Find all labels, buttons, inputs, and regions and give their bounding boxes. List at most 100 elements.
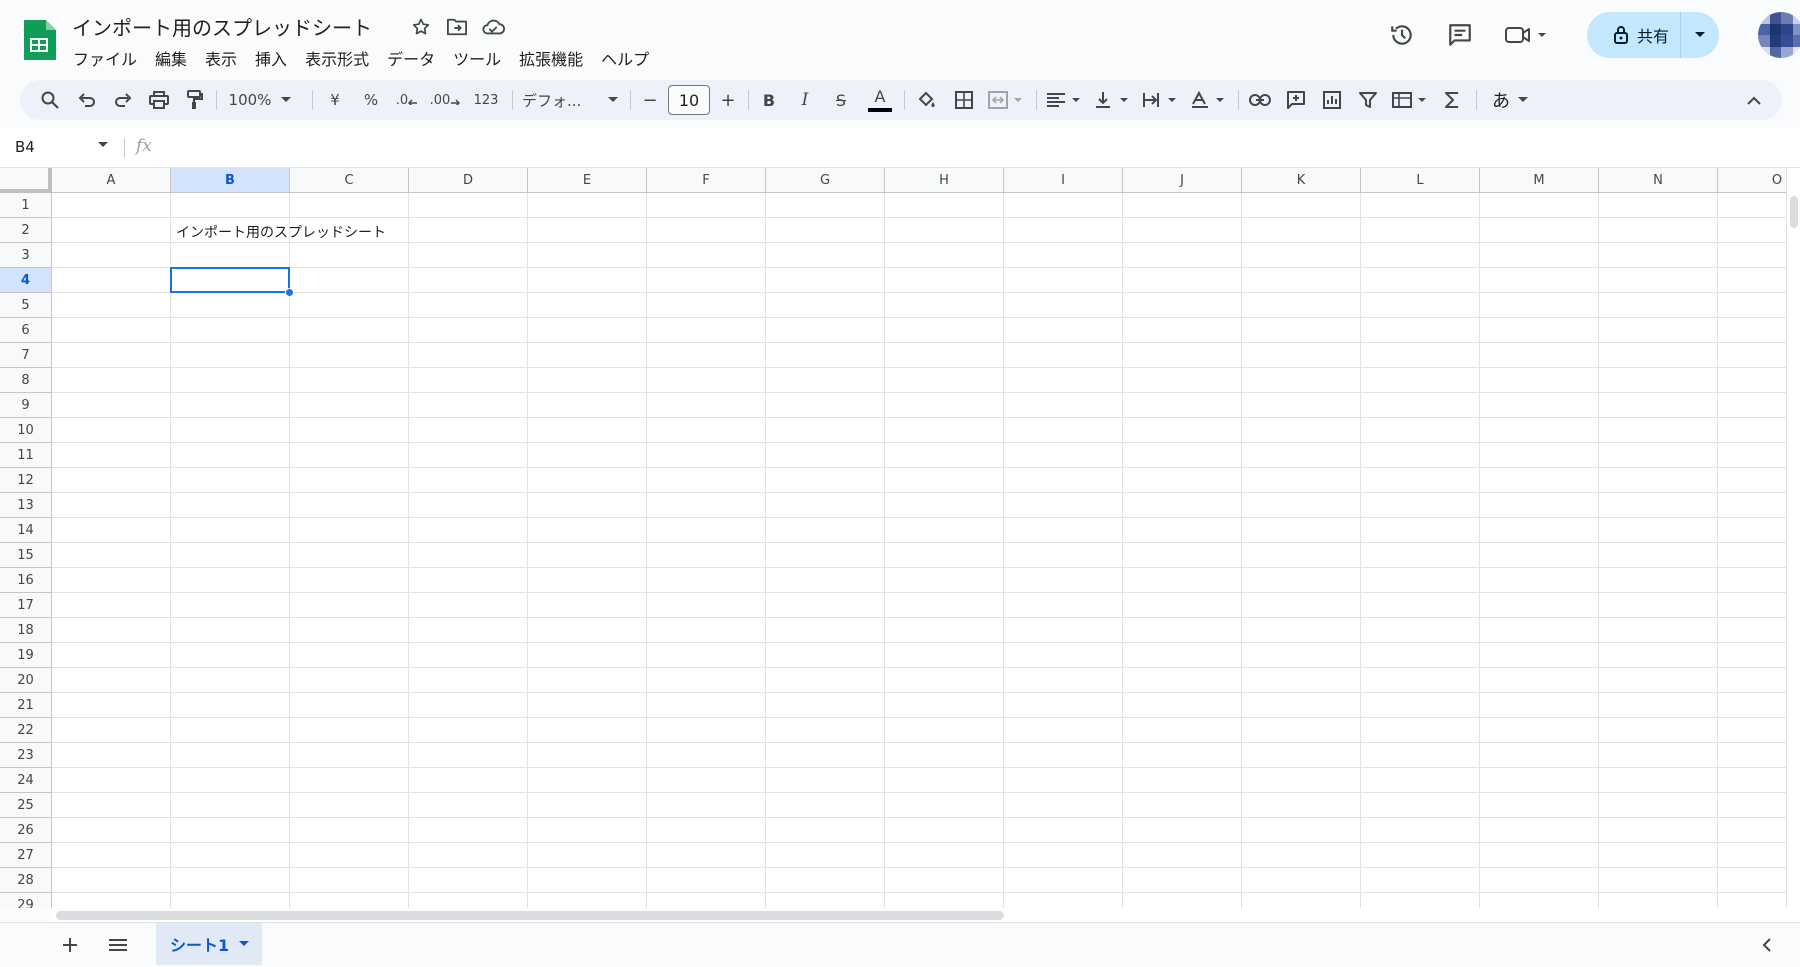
row-header-27[interactable]: 27 xyxy=(0,843,52,868)
font-size-decrease-button[interactable]: − xyxy=(638,86,662,114)
row-header-20[interactable]: 20 xyxy=(0,668,52,693)
menu-extensions[interactable]: 拡張機能 xyxy=(510,44,592,72)
text-wrapping-icon[interactable] xyxy=(1140,86,1180,114)
collapse-menus-icon[interactable] xyxy=(1740,86,1768,114)
name-box[interactable]: B4 xyxy=(15,138,35,156)
column-header-l[interactable]: L xyxy=(1361,168,1480,193)
row-header-2[interactable]: 2 xyxy=(0,218,52,243)
vertical-scrollbar[interactable] xyxy=(1786,168,1800,908)
font-select[interactable]: デフォ... xyxy=(522,86,618,114)
move-folder-icon[interactable] xyxy=(444,14,470,40)
column-header-h[interactable]: H xyxy=(885,168,1004,193)
row-header-28[interactable]: 28 xyxy=(0,868,52,893)
column-header-j[interactable]: J xyxy=(1123,168,1242,193)
row-header-19[interactable]: 19 xyxy=(0,643,52,668)
selected-cell[interactable] xyxy=(170,267,290,293)
caret-down-icon[interactable] xyxy=(239,941,250,947)
row-header-13[interactable]: 13 xyxy=(0,493,52,518)
currency-format-button[interactable]: ¥ xyxy=(322,86,348,114)
comments-icon[interactable] xyxy=(1445,20,1475,50)
row-header-3[interactable]: 3 xyxy=(0,243,52,268)
redo-icon[interactable] xyxy=(110,86,136,114)
menu-edit[interactable]: 編集 xyxy=(146,44,196,72)
cell-b2[interactable]: インポート用のスプレッドシート xyxy=(176,222,386,242)
row-header-12[interactable]: 12 xyxy=(0,468,52,493)
meet-video-icon[interactable] xyxy=(1502,20,1552,50)
row-header-17[interactable]: 17 xyxy=(0,593,52,618)
row-header-8[interactable]: 8 xyxy=(0,368,52,393)
row-header-22[interactable]: 22 xyxy=(0,718,52,743)
print-icon[interactable] xyxy=(146,86,172,114)
horizontal-scrollbar[interactable] xyxy=(52,908,1800,922)
add-sheet-icon[interactable] xyxy=(56,931,84,959)
version-history-icon[interactable] xyxy=(1387,20,1417,50)
row-header-25[interactable]: 25 xyxy=(0,793,52,818)
column-header-m[interactable]: M xyxy=(1480,168,1599,193)
sheets-logo-icon[interactable] xyxy=(22,18,56,62)
text-rotation-icon[interactable] xyxy=(1188,86,1228,114)
row-header-18[interactable]: 18 xyxy=(0,618,52,643)
menu-insert[interactable]: 挿入 xyxy=(246,44,296,72)
undo-icon[interactable] xyxy=(74,86,100,114)
row-header-14[interactable]: 14 xyxy=(0,518,52,543)
menu-view[interactable]: 表示 xyxy=(196,44,246,72)
menu-format[interactable]: 表示形式 xyxy=(296,44,378,72)
text-color-button[interactable]: A xyxy=(866,86,894,114)
vertical-scroll-thumb[interactable] xyxy=(1790,196,1798,228)
column-header-o[interactable]: O xyxy=(1718,168,1786,193)
row-header-23[interactable]: 23 xyxy=(0,743,52,768)
vertical-align-icon[interactable] xyxy=(1092,86,1132,114)
horizontal-align-icon[interactable] xyxy=(1044,86,1084,114)
italic-button[interactable]: I xyxy=(792,86,818,114)
column-header-a[interactable]: A xyxy=(52,168,171,193)
insert-chart-icon[interactable] xyxy=(1318,86,1346,114)
share-dropdown-button[interactable] xyxy=(1681,12,1719,58)
row-header-26[interactable]: 26 xyxy=(0,818,52,843)
search-menus-icon[interactable] xyxy=(36,86,64,114)
number-format-button[interactable]: 123 xyxy=(470,86,502,114)
row-header-29[interactable]: 29 xyxy=(0,893,52,908)
paint-format-icon[interactable] xyxy=(182,86,208,114)
insert-comment-icon[interactable] xyxy=(1282,86,1310,114)
caret-down-icon[interactable] xyxy=(98,142,108,148)
share-button[interactable]: 共有 xyxy=(1587,12,1681,58)
row-header-9[interactable]: 9 xyxy=(0,393,52,418)
menu-file[interactable]: ファイル xyxy=(64,44,146,72)
column-header-b[interactable]: B xyxy=(171,168,290,193)
row-header-1[interactable]: 1 xyxy=(0,193,52,218)
font-size-increase-button[interactable]: + xyxy=(716,86,740,114)
bold-button[interactable]: B xyxy=(756,86,782,114)
all-sheets-icon[interactable] xyxy=(104,931,132,959)
column-header-e[interactable]: E xyxy=(528,168,647,193)
row-header-4[interactable]: 4 xyxy=(0,268,52,293)
functions-icon[interactable] xyxy=(1438,86,1466,114)
spreadsheet-grid[interactable]: A B C D E F G H I J K L M N O 1 2 3 4 5 6 7 8 9 10 11 12 13 14 15 16 17… xyxy=(0,168,1786,908)
cloud-status-icon[interactable] xyxy=(480,14,506,40)
avatar[interactable] xyxy=(1758,12,1800,58)
row-header-21[interactable]: 21 xyxy=(0,693,52,718)
row-header-10[interactable]: 10 xyxy=(0,418,52,443)
filter-icon[interactable] xyxy=(1354,86,1382,114)
borders-icon[interactable] xyxy=(950,86,978,114)
menu-tools[interactable]: ツール xyxy=(444,44,510,72)
column-header-k[interactable]: K xyxy=(1242,168,1361,193)
menu-data[interactable]: データ xyxy=(378,44,444,72)
row-header-15[interactable]: 15 xyxy=(0,543,52,568)
row-header-11[interactable]: 11 xyxy=(0,443,52,468)
zoom-select[interactable]: 100% xyxy=(224,86,296,114)
row-header-6[interactable]: 6 xyxy=(0,318,52,343)
insert-link-icon[interactable] xyxy=(1246,86,1274,114)
sheet-tab[interactable]: シート1 xyxy=(156,923,262,965)
row-header-5[interactable]: 5 xyxy=(0,293,52,318)
fill-handle[interactable] xyxy=(285,288,294,297)
filter-views-icon[interactable] xyxy=(1390,86,1430,114)
row-header-24[interactable]: 24 xyxy=(0,768,52,793)
column-header-d[interactable]: D xyxy=(409,168,528,193)
strikethrough-button[interactable]: S xyxy=(828,86,854,114)
merge-cells-icon[interactable] xyxy=(986,86,1026,114)
menu-help[interactable]: ヘルプ xyxy=(592,44,658,72)
column-header-c[interactable]: C xyxy=(290,168,409,193)
input-tools-button[interactable]: あ xyxy=(1486,86,1534,114)
document-title[interactable]: インポート用のスプレッドシート xyxy=(72,12,372,41)
star-icon[interactable] xyxy=(408,14,434,40)
